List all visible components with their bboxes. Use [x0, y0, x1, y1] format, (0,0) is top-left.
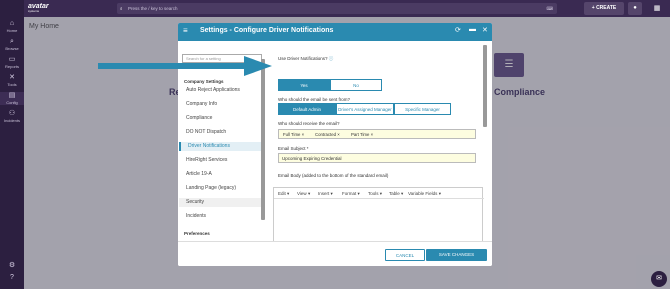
settings-form: Use Driver Notifications? ⓘ Yes No Who s…	[273, 41, 487, 257]
yes-toggle[interactable]: Yes	[278, 79, 330, 91]
chat-icon[interactable]: ✉	[651, 271, 667, 287]
grid-icon[interactable]: ▦	[650, 2, 664, 15]
config-icon: ▤	[8, 92, 16, 99]
settings-icon[interactable]: ⚙	[0, 262, 24, 270]
sender-assigned-manager[interactable]: Driver's Assigned Manager	[336, 103, 394, 115]
search-input[interactable]: ⌕ Press the / key to search ⌨	[117, 3, 557, 14]
remove-tag-icon[interactable]: ×	[337, 132, 340, 137]
modal-title: Settings - Configure Driver Notification…	[200, 27, 334, 34]
modal-footer: CANCEL SAVE CHANGES	[178, 241, 492, 266]
recipient-tag: Contracted ×	[315, 132, 340, 137]
folder-icon: ▭	[8, 56, 16, 63]
use-notifications-label: Use Driver Notifications? ⓘ	[278, 56, 334, 61]
editor-menu-tools[interactable]: Tools ▾	[368, 191, 382, 197]
incidents-icon: ⚇	[8, 110, 16, 117]
cancel-button[interactable]: CANCEL	[385, 249, 425, 261]
sidebar-item-reports[interactable]: ▭ Reports	[0, 56, 24, 69]
help-icon[interactable]: ?	[0, 274, 24, 282]
editor-menu-format[interactable]: Format ▾	[342, 191, 360, 197]
settings-item[interactable]: DO NOT Dispatch	[179, 128, 261, 137]
keyboard-icon: ⌨	[546, 6, 554, 11]
sender-specific-manager[interactable]: Specific Manager	[394, 103, 451, 115]
sidebar: ⌂ Home ⌕ Browse ▭ Reports ✕ Tools ▤ Config ⚇ I…	[0, 0, 24, 289]
settings-item[interactable]: HireRight Services	[179, 156, 261, 165]
editor-menu-variable-fields[interactable]: Variable Fields ▾	[408, 191, 441, 197]
editor-menubar: Edit ▾ View ▾ Insert ▾ Format ▾ Tools ▾ …	[274, 188, 484, 199]
body-label: Email Body (added to the bottom of the s…	[278, 173, 389, 178]
top-bar: avatar systems ⌕ Press the / key to searc…	[0, 0, 670, 17]
settings-item[interactable]: Compliance	[179, 114, 261, 123]
recipient-tag: Part Time ×	[351, 132, 374, 137]
settings-item[interactable]: Auto Reject Applications	[179, 86, 261, 95]
arrow-shape	[98, 56, 272, 76]
sidebar-item-tools[interactable]: ✕ Tools	[0, 74, 24, 87]
form-scrollbar[interactable]	[483, 45, 487, 127]
tutorial-arrow	[98, 56, 272, 76]
settings-item[interactable]: Article 19-A	[179, 170, 261, 179]
modal-header: ≡ Settings - Configure Driver Notificati…	[178, 23, 492, 41]
recipient-tags-input[interactable]: Full Time × Contracted × Part Time ×	[278, 129, 476, 139]
editor-menu-insert[interactable]: Insert ▾	[318, 191, 333, 197]
settings-item[interactable]: Landing Page (legacy)	[179, 184, 261, 193]
save-changes-button[interactable]: SAVE CHANGES	[426, 249, 487, 261]
sender-default-admin[interactable]: Default Admin	[278, 103, 336, 115]
sidebar-item-home[interactable]: ⌂ Home	[0, 20, 24, 33]
refresh-icon[interactable]: ⟳	[455, 26, 461, 34]
subject-label: Email Subject *	[278, 146, 309, 151]
subject-input[interactable]: Upcoming Expiring Credential	[278, 153, 476, 163]
search-icon: ⌕	[120, 6, 123, 11]
tools-icon: ✕	[9, 74, 15, 81]
settings-item-active[interactable]: Driver Notifications	[179, 142, 261, 151]
info-icon: ⓘ	[328, 56, 334, 61]
search-icon: ⌕	[10, 38, 14, 45]
settings-item[interactable]: Security	[179, 198, 261, 207]
home-icon: ⌂	[9, 20, 15, 27]
sidebar-item-browse[interactable]: ⌕ Browse	[0, 38, 24, 51]
section-preferences: Preferences	[184, 231, 210, 236]
editor-menu-table[interactable]: Table ▾	[389, 191, 403, 197]
editor-menu-view[interactable]: View ▾	[297, 191, 310, 197]
settings-item[interactable]: Incidents	[179, 212, 261, 221]
recipient-tag: Full Time ×	[283, 132, 305, 137]
nav-scrollbar[interactable]	[261, 59, 265, 220]
remove-tag-icon[interactable]: ×	[302, 132, 305, 137]
sidebar-item-config[interactable]: ▤ Config	[0, 92, 24, 105]
settings-item[interactable]: Company Info	[179, 100, 261, 109]
user-icon[interactable]: ●	[628, 2, 642, 15]
sidebar-item-incidents[interactable]: ⚇ Incidents	[0, 110, 24, 123]
remove-tag-icon[interactable]: ×	[371, 132, 374, 137]
close-icon[interactable]: ✕	[482, 26, 488, 34]
create-button[interactable]: + CREATE	[584, 2, 624, 15]
receive-label: Who should receive the email?	[278, 121, 340, 126]
editor-menu-edit[interactable]: Edit ▾	[278, 191, 289, 197]
minimize-icon[interactable]: ▬	[469, 26, 476, 33]
no-toggle[interactable]: No	[330, 79, 382, 91]
section-company-settings: Company Settings	[184, 79, 224, 84]
logo[interactable]: avatar systems	[28, 3, 49, 13]
menu-icon[interactable]: ≡	[183, 26, 188, 35]
sent-from-label: Who should the email be sent from?	[278, 97, 351, 102]
